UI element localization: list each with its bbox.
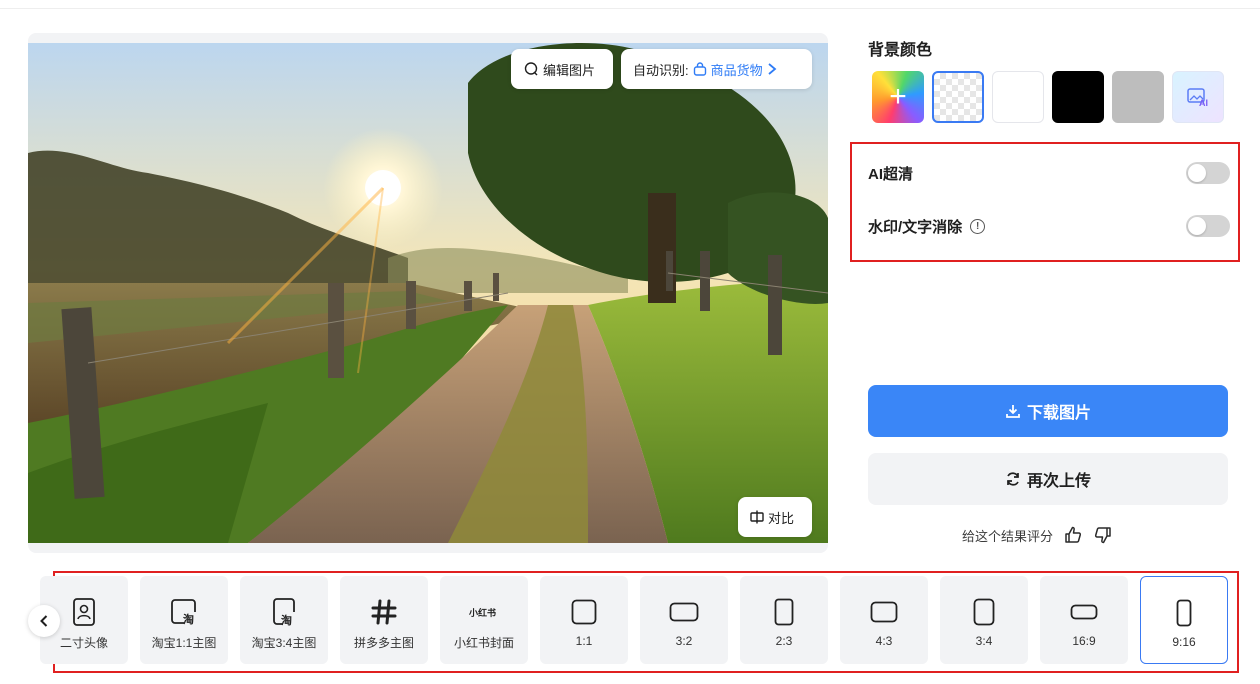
compare-icon	[750, 510, 764, 524]
svg-text:AI: AI	[1199, 98, 1208, 108]
auto-detect-value: 商品货物	[710, 62, 763, 78]
preset-label: 淘宝1:1主图	[151, 636, 217, 650]
landscape-photo	[28, 43, 828, 543]
preset-label: 2:3	[775, 634, 793, 648]
ratio-16-9-icon	[1070, 592, 1098, 632]
preset-label: 拼多多主图	[353, 636, 414, 650]
white-swatch[interactable]	[992, 71, 1044, 123]
preset-ratio-1-1[interactable]: 1:1	[540, 576, 628, 664]
preset-label: 淘宝3:4主图	[251, 636, 317, 650]
ratio-3-2-icon	[669, 592, 699, 632]
chevron-right-icon	[768, 63, 777, 75]
image-preview: 编辑图片 自动识别: 商品货物 对比	[28, 33, 828, 553]
preset-ratio-4-3[interactable]: 4:3	[840, 576, 928, 664]
watermark-row: 水印/文字消除 !	[868, 211, 1230, 241]
svg-text:淘: 淘	[183, 612, 194, 625]
compare-button[interactable]: 对比	[738, 497, 812, 537]
preset-xiaohongshu[interactable]: 小红书 小红书封面	[440, 576, 528, 664]
pinduoduo-icon	[371, 592, 397, 632]
preset-label: 1:1	[575, 634, 593, 648]
taobao-square-icon: 淘	[171, 592, 197, 632]
preset-ratio-16-9[interactable]: 16:9	[1040, 576, 1128, 664]
toggle-knob	[1188, 164, 1206, 182]
preset-label: 9:16	[1172, 635, 1196, 649]
background-swatches: + AI	[872, 71, 1224, 123]
refresh-icon	[1007, 472, 1019, 486]
ratio-1-1-icon	[571, 592, 597, 632]
preset-label: 16:9	[1072, 634, 1096, 648]
preset-label: 3:2	[675, 634, 693, 648]
svg-text:淘: 淘	[281, 613, 292, 626]
preset-ratio-9-16[interactable]: 9:16	[1140, 576, 1228, 664]
custom-color-swatch[interactable]: +	[872, 71, 924, 123]
svg-text:小红书: 小红书	[469, 607, 496, 619]
info-icon[interactable]: !	[970, 218, 986, 234]
ai-image-icon: AI	[1187, 88, 1208, 108]
ai-hd-label: AI超清	[868, 165, 914, 183]
ai-background-swatch[interactable]: AI	[1172, 71, 1224, 123]
thumbs-up-icon[interactable]	[1063, 525, 1083, 545]
preset-ratio-3-4[interactable]: 3:4	[940, 576, 1028, 664]
compare-label: 对比	[768, 510, 795, 526]
preset-ratio-2-3[interactable]: 2:3	[740, 576, 828, 664]
gray-swatch[interactable]	[1112, 71, 1164, 123]
preset-label: 4:3	[875, 634, 893, 648]
thumbs-down-icon[interactable]	[1093, 525, 1113, 545]
watermark-label-wrap: 水印/文字消除 !	[868, 216, 986, 237]
edit-bubble-icon	[524, 62, 538, 76]
taobao-portrait-icon: 淘	[273, 592, 295, 632]
preset-label: 小红书封面	[453, 636, 514, 650]
rating-label: 给这个结果评分	[962, 528, 1054, 544]
preset-label: 二寸头像	[59, 636, 108, 650]
watermark-label: 水印/文字消除	[868, 218, 963, 236]
edit-image-button[interactable]: 编辑图片	[511, 49, 613, 89]
black-swatch[interactable]	[1052, 71, 1104, 123]
preset-label: 3:4	[975, 634, 993, 648]
preset-ratio-3-2[interactable]: 3:2	[640, 576, 728, 664]
download-label: 下载图片	[1026, 405, 1091, 422]
preset-taobao-3-4[interactable]: 淘 淘宝3:4主图	[240, 576, 328, 664]
plus-icon: +	[889, 80, 907, 113]
ai-hd-row: AI超清	[868, 158, 1230, 188]
reupload-label: 再次上传	[1026, 473, 1091, 490]
rating-bar: 给这个结果评分	[962, 525, 1113, 545]
ratio-3-4-icon	[973, 592, 995, 632]
auto-detect-selector[interactable]: 自动识别: 商品货物	[621, 49, 812, 89]
download-button[interactable]: 下载图片	[868, 385, 1228, 437]
ratio-9-16-icon	[1176, 593, 1192, 633]
enhancement-options: AI超清 水印/文字消除 !	[850, 142, 1240, 262]
scroll-left-button[interactable]	[28, 605, 60, 637]
bag-icon	[693, 62, 706, 76]
background-color-title: 背景颜色	[868, 42, 933, 59]
edit-image-label: 编辑图片	[543, 62, 596, 78]
ratio-2-3-icon	[774, 592, 794, 632]
chevron-left-icon	[40, 615, 48, 627]
portrait-icon	[73, 592, 95, 632]
preset-taobao-1-1[interactable]: 淘 淘宝1:1主图	[140, 576, 228, 664]
auto-detect-label: 自动识别:	[633, 62, 689, 78]
toggle-knob	[1188, 217, 1206, 235]
ai-hd-toggle[interactable]	[1186, 162, 1230, 184]
top-divider	[0, 8, 1260, 9]
watermark-toggle[interactable]	[1186, 215, 1230, 237]
ratio-4-3-icon	[870, 592, 898, 632]
download-icon	[1006, 405, 1020, 418]
transparent-swatch[interactable]	[932, 71, 984, 123]
preset-pinduoduo[interactable]: 拼多多主图	[340, 576, 428, 664]
reupload-button[interactable]: 再次上传	[868, 453, 1228, 505]
auto-detect-value-link[interactable]: 商品货物	[693, 60, 777, 79]
xiaohongshu-icon: 小红书	[469, 592, 499, 632]
